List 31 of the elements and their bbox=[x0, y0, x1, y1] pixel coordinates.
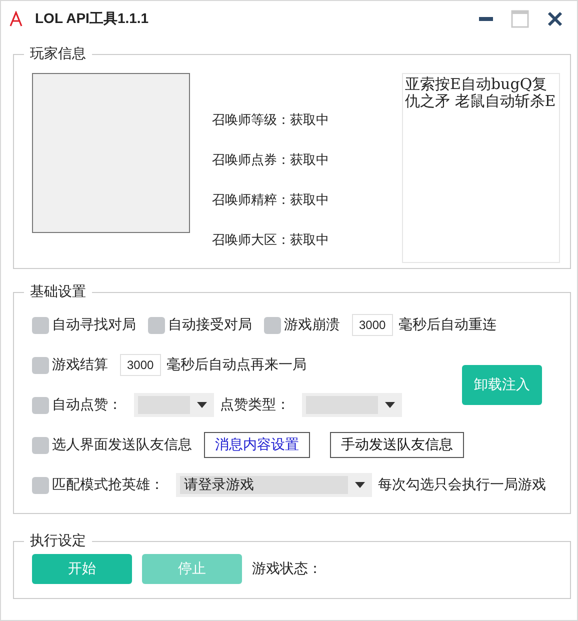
notes-textarea[interactable]: 亚索按E自动bugQ复仇之矛 老鼠自动斩杀E bbox=[402, 73, 560, 263]
info-label: 召唤师等级：获取中 bbox=[212, 112, 329, 129]
group-title: 玩家信息 bbox=[29, 45, 87, 63]
app-logo-icon bbox=[9, 11, 23, 27]
action-button[interactable]: 手动发送队友信息 bbox=[330, 432, 464, 458]
dropdown-arrow-icon[interactable] bbox=[385, 402, 395, 408]
group-title: 基础设置 bbox=[29, 283, 87, 301]
window-title: LOL API工具1.1.1 bbox=[35, 10, 149, 28]
checkbox[interactable]: 游戏崩溃 bbox=[264, 316, 340, 334]
setting-label: 毫秒后自动重连 bbox=[398, 316, 497, 334]
setting-label: 点赞类型： bbox=[220, 396, 290, 414]
group-title: 执行设定 bbox=[29, 532, 87, 550]
setting-label: 每次勾选只会执行一局游戏 bbox=[378, 476, 546, 494]
info-label: 召唤师大区：获取中 bbox=[212, 232, 329, 249]
dropdown-arrow-icon[interactable] bbox=[355, 482, 365, 488]
checkbox[interactable]: 自动点赞： bbox=[32, 396, 122, 414]
number-field[interactable]: 3000 bbox=[352, 314, 393, 336]
info-label: 召唤师精粹：获取中 bbox=[212, 192, 329, 209]
checkbox[interactable]: 匹配模式抢英雄： bbox=[32, 476, 164, 494]
dropdown[interactable]: 请登录游戏 bbox=[176, 473, 372, 497]
checkbox[interactable]: 游戏结算 bbox=[32, 356, 108, 374]
dropdown-arrow-icon[interactable] bbox=[197, 402, 207, 408]
checkbox[interactable]: 自动寻找对局 bbox=[32, 316, 136, 334]
number-field[interactable]: 3000 bbox=[120, 354, 161, 376]
info-label: 召唤师点券：获取中 bbox=[212, 152, 329, 169]
setting-label: 毫秒后自动点再来一局 bbox=[166, 356, 307, 374]
status-label: 游戏状态： bbox=[252, 560, 322, 578]
checkbox[interactable]: 选人界面发送队友信息 bbox=[32, 436, 192, 454]
action-button[interactable]: 消息内容设置 bbox=[204, 432, 310, 458]
close-icon[interactable] bbox=[547, 11, 563, 27]
checkbox[interactable]: 自动接受对局 bbox=[148, 316, 252, 334]
